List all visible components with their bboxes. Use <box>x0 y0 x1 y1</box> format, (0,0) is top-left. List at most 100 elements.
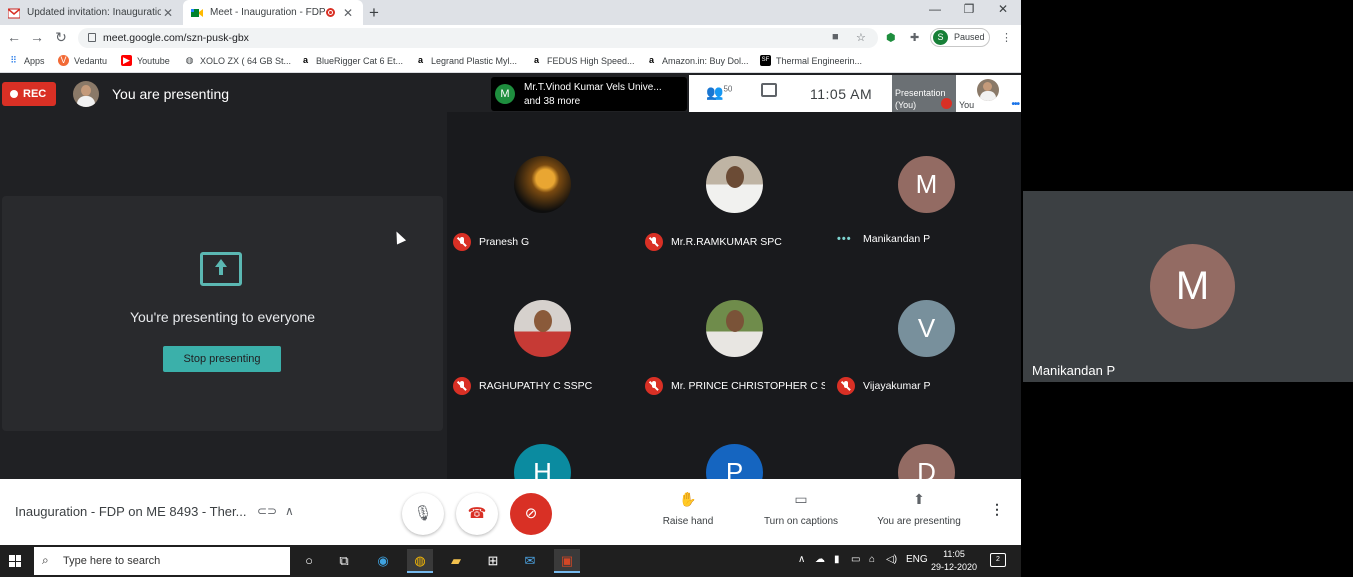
participant-name: Mr. PRINCE CHRISTOPHER C S... <box>671 380 825 392</box>
participant-grid: Pranesh G Mr.R.RAMKUMAR SPC M ••• Manikan… <box>447 112 1021 479</box>
participant-tile[interactable]: D <box>831 400 1021 479</box>
bookmark-fedus[interactable]: a FEDUS High Speed... <box>531 55 635 66</box>
edge-icon[interactable]: ◉ <box>370 549 396 573</box>
self-label: You <box>959 100 975 110</box>
cortana-icon[interactable]: ○ <box>296 549 322 573</box>
onedrive-icon[interactable]: ☁ <box>815 554 825 565</box>
language-indicator[interactable]: ENG <box>906 554 928 565</box>
participant-tile[interactable]: V Vijayakumar P <box>831 256 1021 400</box>
bookmark-apps[interactable]: ⠿ Apps <box>8 55 44 66</box>
camera-icon[interactable]: ■ <box>832 31 839 43</box>
extensions-puzzle-icon[interactable]: ✚ <box>910 31 919 44</box>
chrome-icon[interactable]: ◍ <box>407 549 433 573</box>
powerpoint-icon[interactable]: ▣ <box>554 549 580 573</box>
microphone-button[interactable]: 🎙 <box>402 493 444 535</box>
raise-hand-button[interactable]: ✋ Raise hand <box>633 491 743 527</box>
attachment-icon[interactable]: ⊂⊃ <box>257 504 277 518</box>
participant-photo <box>514 156 571 213</box>
minimize-icon[interactable]: — <box>925 2 945 16</box>
volume-icon[interactable]: ◁) <box>886 554 897 565</box>
recording-badge: REC <box>2 82 56 106</box>
apps-grid-icon: ⠿ <box>10 55 17 65</box>
reload-icon[interactable]: ↻ <box>52 29 70 46</box>
participant-tile[interactable]: M ••• Manikandan P <box>831 112 1021 256</box>
restore-icon[interactable]: ❐ <box>959 2 979 16</box>
participant-initial: H <box>514 444 571 479</box>
captions-button[interactable]: ▭ Turn on captions <box>746 491 856 527</box>
meeting-title[interactable]: Inauguration - FDP on ME 8493 - Ther... <box>15 504 246 519</box>
back-icon[interactable]: ← <box>5 29 23 45</box>
participant-tile[interactable]: Pranesh G <box>447 112 637 256</box>
tab-gmail[interactable]: Updated invitation: Inauguration ✕ <box>0 0 183 25</box>
people-button[interactable]: 👥50 <box>706 84 732 101</box>
self-thumbnail[interactable]: You ••• <box>959 75 1021 112</box>
vedantu-icon: V <box>58 55 69 66</box>
participant-name: Vijayakumar P <box>863 380 931 392</box>
bookmark-thermal[interactable]: SF Thermal Engineerin... <box>760 55 862 66</box>
bookmark-star-icon[interactable]: ☆ <box>856 31 866 44</box>
tab-title: Meet - Inauguration - FDP o <box>210 7 326 18</box>
leave-call-button[interactable]: ☎ <box>456 493 498 535</box>
bookmark-amazon[interactable]: a Amazon.in: Buy Dol... <box>646 55 749 66</box>
participant-tile[interactable]: Mr.R.RAMKUMAR SPC <box>639 112 829 256</box>
meet-top-left: REC You are presenting <box>0 74 447 114</box>
tray-chevron-icon[interactable]: ∧ <box>798 554 805 565</box>
participant-photo <box>706 156 763 213</box>
avatar <box>977 79 999 101</box>
amazon-icon: a <box>533 55 539 65</box>
present-button[interactable]: ⬆ You are presenting <box>864 491 974 527</box>
taskbar-search[interactable]: ⌕ Type here to search <box>34 547 290 575</box>
address-bar[interactable]: meet.google.com/szn-pusk-gbx <box>78 28 878 48</box>
close-tab-icon[interactable]: ✕ <box>161 6 175 20</box>
youtube-icon: ▶ <box>121 55 132 66</box>
tray-mic-icon[interactable]: ▮ <box>834 554 840 565</box>
tab-meet[interactable]: Meet - Inauguration - FDP o ✕ <box>183 0 363 25</box>
bookmark-legrand[interactable]: a Legrand Plastic Myl... <box>415 55 517 66</box>
bookmark-youtube[interactable]: ▶ Youtube <box>121 55 170 66</box>
menu-kebab-icon[interactable]: ⋮ <box>1001 31 1012 44</box>
mail-icon[interactable]: ✉ <box>517 549 543 573</box>
new-tab-button[interactable]: + <box>369 3 379 23</box>
notification-center-icon[interactable]: 2 <box>990 553 1006 567</box>
participant-name: Manikandan P <box>863 233 931 245</box>
extension-shield-icon[interactable]: ⬢ <box>886 31 896 44</box>
bookmark-vedantu[interactable]: V Vedantu <box>58 55 107 66</box>
forward-icon[interactable]: → <box>28 29 46 45</box>
battery-icon[interactable]: ▭ <box>851 554 860 565</box>
stop-presenting-button[interactable]: Stop presenting <box>163 346 281 372</box>
url-text: meet.google.com/szn-pusk-gbx <box>103 32 249 44</box>
bookmark-xolo[interactable]: ◍ XOLO ZX ( 64 GB St... <box>184 55 291 66</box>
close-window-icon[interactable]: ✕ <box>993 2 1013 16</box>
network-icon[interactable]: ⌂ <box>869 554 875 565</box>
join-notification[interactable]: M Mr.T.Vinod Kumar Vels Unive... and 38 … <box>491 77 687 111</box>
task-view-icon[interactable]: ⧉ <box>331 549 357 573</box>
windows-start-icon[interactable] <box>9 555 21 567</box>
participant-tile[interactable]: Mr. PRINCE CHRISTOPHER C S... <box>639 256 829 400</box>
taskbar-clock[interactable]: 11:05 29-12-2020 <box>929 548 979 574</box>
participant-tile[interactable]: RAGHUPATHY C SSPC <box>447 256 637 400</box>
mic-off-icon <box>645 377 663 395</box>
participant-tile[interactable]: P <box>639 400 829 479</box>
meet-app: REC You are presenting M Mr.T.Vinod Kuma… <box>0 74 1021 545</box>
clock-time: 11:05 <box>943 549 965 559</box>
profile-button[interactable]: S Paused <box>930 28 990 47</box>
chat-icon[interactable] <box>761 83 777 97</box>
notification-line1: Mr.T.Vinod Kumar Vels Unive... <box>524 82 662 93</box>
participant-tile[interactable]: H <box>447 400 637 479</box>
more-dots-icon[interactable]: ••• <box>1011 99 1019 110</box>
meet-top-right: 👥50 11:05 AM Presentation (You) You ••• <box>689 75 1021 112</box>
file-explorer-icon[interactable]: ▰ <box>443 549 469 573</box>
chevron-up-icon[interactable]: ∧ <box>285 504 294 518</box>
spotlight-avatar: M <box>1150 244 1235 329</box>
camera-off-button[interactable]: ⊘ <box>510 493 552 535</box>
close-tab-icon[interactable]: ✕ <box>341 6 355 20</box>
more-options-icon[interactable]: ⋮ <box>990 501 1004 518</box>
hand-icon: ✋ <box>679 491 697 507</box>
bookmark-bluerigger[interactable]: a BlueRigger Cat 6 Et... <box>300 55 403 66</box>
mic-off-icon <box>453 233 471 251</box>
mic-off-icon <box>453 377 471 395</box>
presentation-thumbnail[interactable]: Presentation (You) <box>892 75 956 112</box>
lock-icon <box>88 33 96 42</box>
store-icon[interactable]: ⊞ <box>480 549 506 573</box>
participant-photo <box>706 300 763 357</box>
